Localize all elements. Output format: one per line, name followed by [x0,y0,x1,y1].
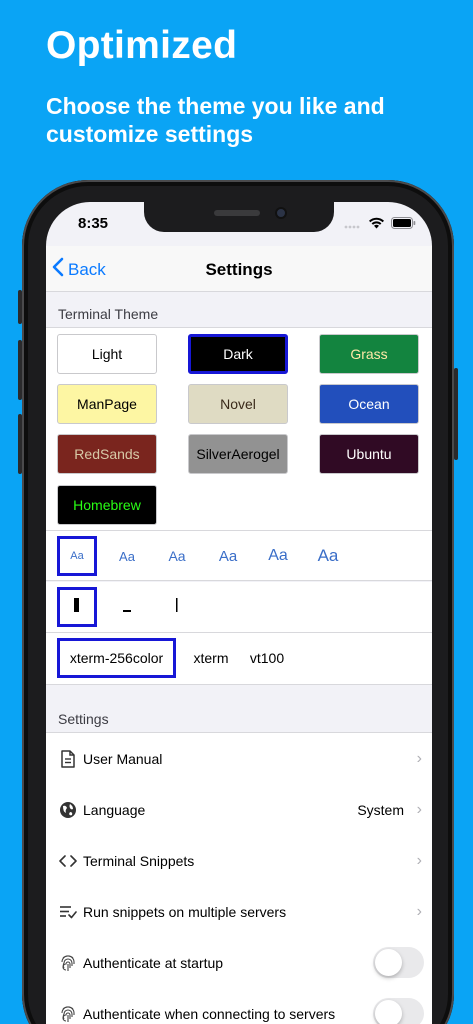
volume-down-button [18,414,22,474]
language-value: System [357,801,404,818]
checklist-icon [59,903,77,921]
cursor-option-bar[interactable] [157,587,197,627]
toggle-knob [375,949,402,976]
speaker [214,210,260,216]
theme-redsands[interactable]: RedSands [57,434,157,474]
auth-connect-row: Authenticate when connecting to servers [46,988,432,1024]
cursor-style-row [46,582,432,633]
wifi-icon [368,216,385,234]
theme-label: ManPage [77,396,137,412]
chevron-right-icon: › [416,749,422,767]
theme-novel[interactable]: Novel [188,384,288,424]
power-button [454,368,458,460]
theme-homebrew[interactable]: Homebrew [57,485,157,525]
theme-label: RedSands [74,446,140,462]
theme-ocean[interactable]: Ocean [319,384,419,424]
font-size-label: Aa [168,548,186,564]
theme-label: SilverAerogel [196,446,280,462]
font-size-label: Aa [218,547,238,565]
language-row[interactable]: Language System › [46,784,432,835]
term-type-xterm[interactable]: xterm [186,638,236,678]
phone-screen: 8:35 Back Settings Terminal Theme Light … [46,202,432,1024]
auth-connect-label: Authenticate when connecting to servers [83,1005,336,1022]
term-type-vt100[interactable]: vt100 [244,638,290,678]
settings-header: Settings [58,711,109,727]
terminal-theme-header: Terminal Theme [58,306,159,322]
volume-up-button [18,340,22,400]
term-type-label: xterm [193,650,229,666]
auth-startup-label: Authenticate at startup [83,954,224,971]
theme-dark[interactable]: Dark [188,334,288,374]
font-size-label: Aa [119,548,135,564]
navigation-bar: Back Settings [46,246,432,292]
theme-grass[interactable]: Grass [319,334,419,374]
notch [144,202,334,232]
font-size-option-2[interactable]: Aa [107,536,147,576]
promo-subline: Choose the theme you like and customize … [46,93,385,147]
block-cursor-icon [74,597,80,617]
term-type-xterm-256color[interactable]: xterm-256color [57,638,176,678]
status-time: 8:35 [78,215,109,232]
fingerprint-icon [59,1005,77,1023]
bar-cursor-icon [175,597,179,617]
font-size-label: Aa [268,547,288,564]
status-icons [344,216,416,234]
run-snippets-row[interactable]: Run snippets on multiple servers › [46,886,432,937]
language-label: Language [83,801,146,818]
chevron-right-icon: › [416,800,422,818]
silent-switch [18,290,22,324]
page-title: Settings [205,260,273,279]
theme-manpage[interactable]: ManPage [57,384,157,424]
font-size-option-6[interactable]: Aa [308,536,348,576]
auth-startup-row: Authenticate at startup [46,937,432,988]
cursor-option-underline[interactable] [107,587,147,627]
run-snippets-label: Run snippets on multiple servers [83,903,287,920]
chevron-right-icon: › [416,902,422,920]
theme-label: Ocean [348,396,390,412]
code-brackets-icon [59,852,77,870]
user-manual-row[interactable]: User Manual › [46,733,432,784]
toggle-knob [375,1000,402,1024]
theme-light[interactable]: Light [57,334,157,374]
theme-ubuntu[interactable]: Ubuntu [319,434,419,474]
auth-connect-toggle[interactable] [373,998,424,1024]
theme-label: Homebrew [73,497,141,513]
terminal-snippets-row[interactable]: Terminal Snippets › [46,835,432,886]
user-manual-label: User Manual [83,750,163,767]
document-icon [59,749,77,768]
font-size-option-5[interactable]: Aa [258,536,298,576]
font-size-option-3[interactable]: Aa [157,536,197,576]
battery-icon [391,216,416,234]
term-type-label: xterm-256color [69,650,164,666]
font-size-row: Aa Aa Aa Aa Aa Aa [46,531,432,581]
promo-headline: Optimized [46,24,238,67]
font-size-option-4[interactable]: Aa [208,536,248,576]
font-size-label: Aa [317,546,339,565]
underline-cursor-icon [123,598,131,617]
auth-startup-toggle[interactable] [373,947,424,978]
theme-label: Dark [223,346,253,362]
fingerprint-icon [59,954,77,972]
theme-silveraerogel[interactable]: SilverAerogel [188,434,288,474]
theme-label: Grass [350,346,388,362]
theme-label: Light [91,346,123,362]
font-size-label: Aa [70,550,84,562]
theme-label: Novel [220,396,256,412]
theme-grid: Light Dark Grass ManPage Novel Ocean Red… [46,327,432,531]
front-camera [275,207,287,219]
cursor-option-block[interactable] [57,587,97,627]
globe-icon [59,801,77,819]
chevron-right-icon: › [416,851,422,869]
signal-icon [344,216,362,234]
terminal-type-row: xterm-256color xterm vt100 [46,633,432,685]
terminal-snippets-label: Terminal Snippets [83,852,195,869]
term-type-label: vt100 [249,650,285,666]
font-size-option-1[interactable]: Aa [57,536,97,576]
theme-label: Ubuntu [346,446,392,462]
